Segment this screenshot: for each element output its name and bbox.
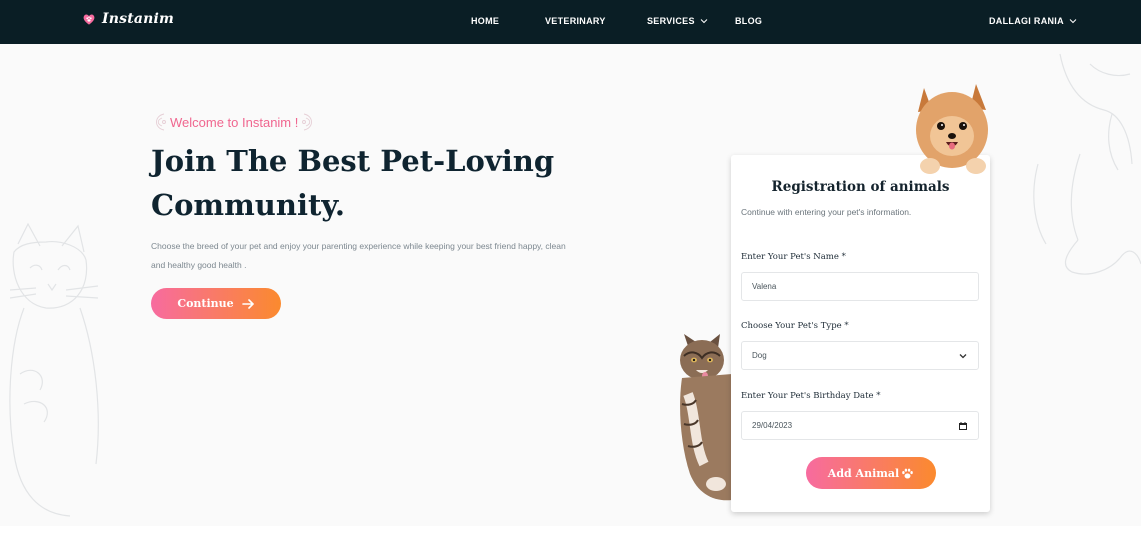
add-animal-button[interactable]: Add Animal <box>806 457 936 489</box>
nav-blog-label: BLOG <box>735 16 763 26</box>
top-navbar: Instanim HOME VETERINARY SERVICES BLOG D… <box>0 0 1141 44</box>
nav-blog[interactable]: BLOG <box>735 16 762 26</box>
nav-home[interactable]: HOME <box>471 16 499 26</box>
hero-subtitle: Choose the breed of your pet and enjoy y… <box>151 241 566 270</box>
continue-button[interactable]: Continue <box>151 288 281 319</box>
dog-outline-icon <box>1033 53 1141 275</box>
pet-name-value: Valena <box>752 282 777 291</box>
paw-icon <box>902 468 913 479</box>
pet-birthday-label: Enter Your Pet's Birthday Date * <box>741 391 881 401</box>
paw-heart-icon <box>83 14 95 25</box>
flourish-icon <box>302 113 313 131</box>
chevron-down-icon <box>1069 19 1077 24</box>
pet-birthday-input[interactable]: 29/04/2023 <box>741 411 979 440</box>
chevron-down-icon <box>959 353 967 358</box>
nav-services[interactable]: SERVICES <box>647 16 708 26</box>
dog-photo <box>916 84 988 174</box>
nav-veterinary[interactable]: VETERINARY <box>545 16 606 26</box>
pet-type-value: Dog <box>752 351 767 360</box>
chevron-down-icon <box>700 19 708 24</box>
nav-home-label: HOME <box>471 16 500 26</box>
user-menu[interactable]: DALLAGI RANIA <box>989 16 1077 26</box>
welcome-tagline: Welcome to Instanim ! <box>150 112 318 132</box>
registration-title: Registration of animals <box>771 179 950 195</box>
welcome-text: Welcome to Instanim ! <box>170 114 299 130</box>
nav-services-label: SERVICES <box>647 16 695 26</box>
add-animal-label: Add Animal <box>827 466 900 480</box>
flourish-icon <box>156 113 166 131</box>
registration-card: Registration of animals Continue with en… <box>731 155 990 512</box>
calendar-icon[interactable] <box>958 421 968 431</box>
brand-name: Instanim <box>102 11 175 27</box>
pet-type-label: Choose Your Pet's Type * <box>741 321 849 331</box>
nav-veterinary-label: VETERINARY <box>545 16 606 26</box>
page-bottom <box>0 526 1141 548</box>
hero-section: Welcome to Instanim ! Join The Best Pet-… <box>0 44 1141 526</box>
cat-outline-icon <box>9 222 99 517</box>
hero-title: Join The Best Pet-Loving Community. <box>151 144 555 222</box>
pet-type-select[interactable]: Dog <box>741 341 979 370</box>
pet-name-label: Enter Your Pet's Name * <box>741 252 846 262</box>
registration-subtitle: Continue with entering your pet's inform… <box>741 207 912 217</box>
pet-birthday-value: 29/04/2023 <box>752 421 793 430</box>
pet-name-input[interactable]: Valena <box>741 272 979 301</box>
user-name: DALLAGI RANIA <box>989 16 1064 26</box>
continue-label: Continue <box>177 297 234 310</box>
cat-photo <box>680 334 732 501</box>
arrow-right-icon <box>241 298 254 309</box>
brand[interactable]: Instanim <box>82 11 174 27</box>
